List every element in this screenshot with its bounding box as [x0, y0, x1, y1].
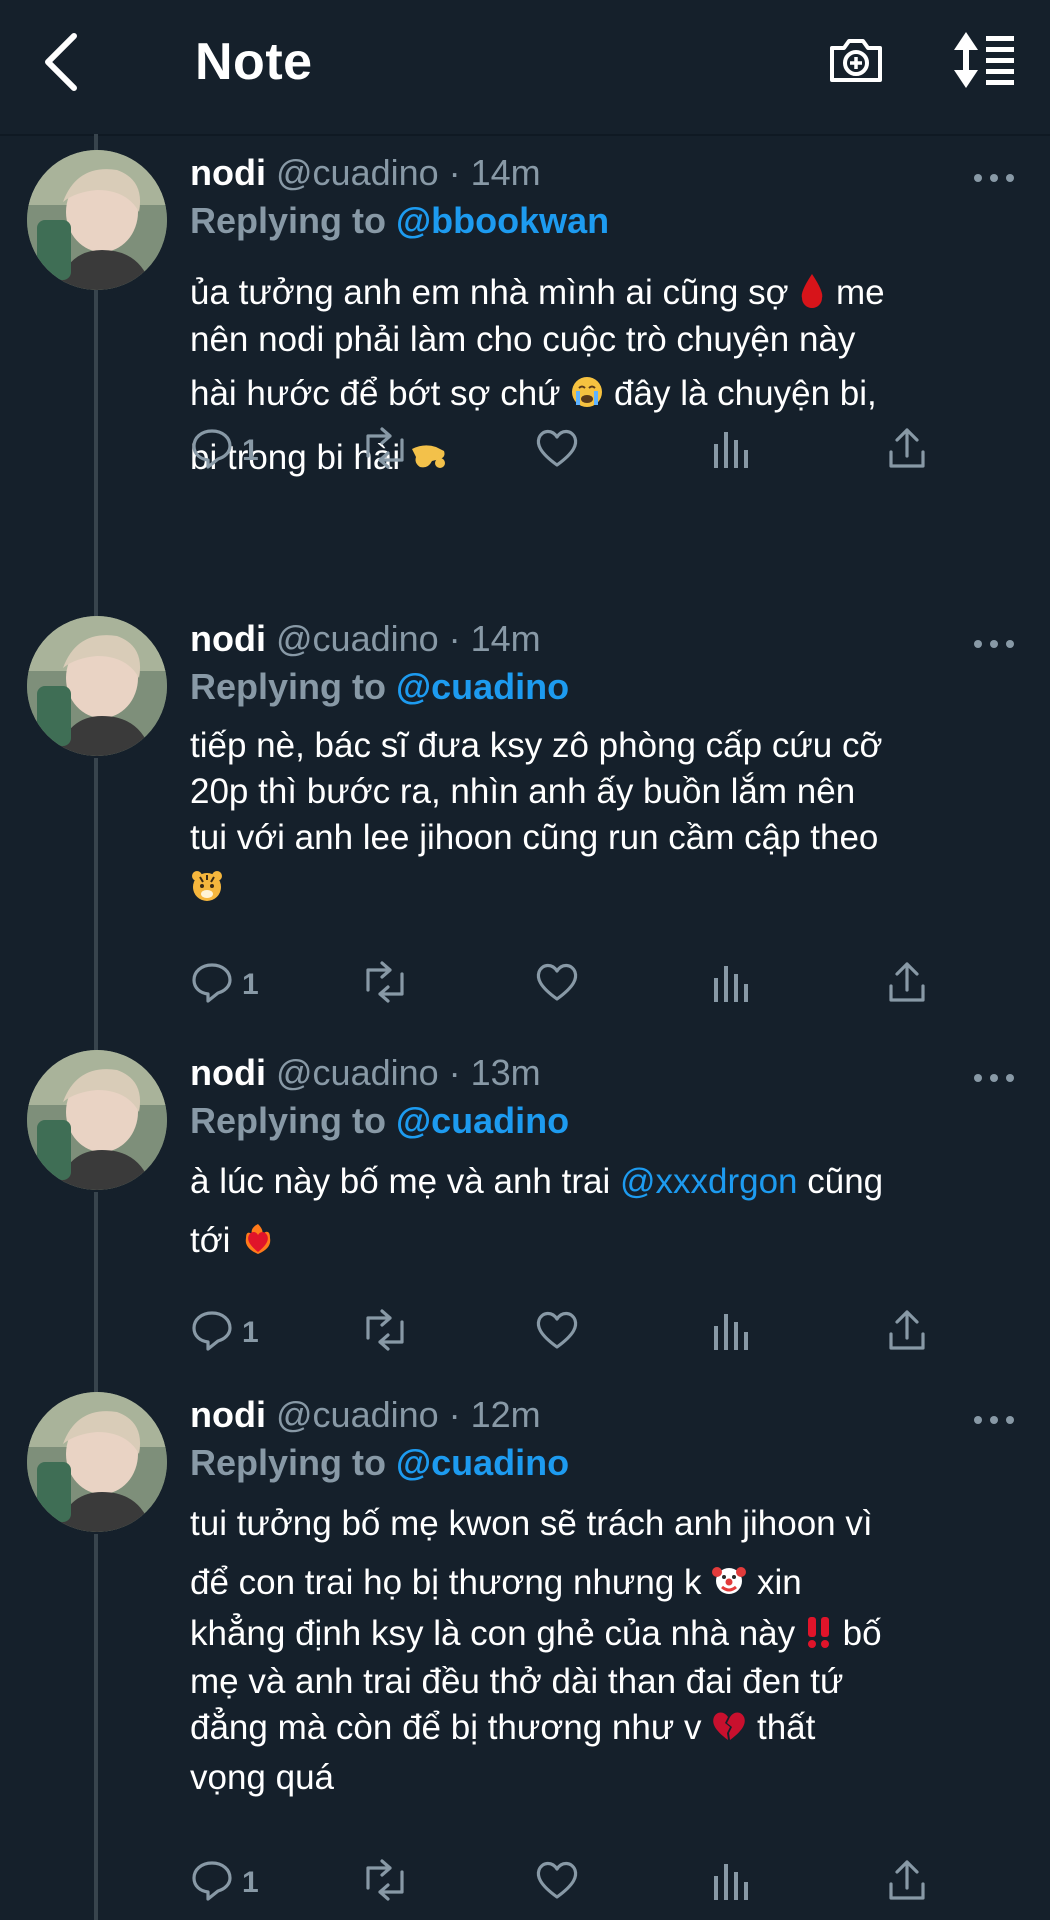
replying-to-link[interactable]: @cuadino — [396, 1442, 569, 1483]
replying-to-label: Replying to — [190, 1442, 386, 1483]
share-icon[interactable] — [885, 426, 929, 476]
more-options-icon[interactable] — [972, 1412, 1016, 1428]
reply-count: 1 — [242, 968, 259, 1001]
avatar[interactable] — [27, 150, 167, 290]
display-name[interactable]: nodi — [190, 152, 266, 193]
replying-to: Replying to @bbookwan — [190, 200, 609, 242]
reply-count: 1 — [242, 434, 259, 467]
retweet-icon[interactable] — [360, 1858, 410, 1908]
top-bar: Note — [0, 0, 1050, 136]
handle-time: @cuadino · 14m — [276, 152, 541, 193]
retweet-icon[interactable] — [360, 426, 410, 476]
tweet-text: tui tưởng bố mẹ kwon sẽ trách anh jihoon… — [190, 1504, 882, 1797]
tweet-text: tiếp nè, bác sĩ đưa ksy zô phòng cấp cứu… — [190, 726, 1020, 912]
replying-to-link[interactable]: @bbookwan — [396, 200, 609, 241]
camera-plus-icon[interactable] — [826, 30, 886, 90]
analytics-icon[interactable] — [710, 1308, 750, 1358]
replying-to-label: Replying to — [190, 1100, 386, 1141]
analytics-icon[interactable] — [710, 426, 750, 476]
tweet-actions: 1 — [190, 1858, 930, 1908]
reply-count: 1 — [242, 1316, 259, 1349]
thread-line — [94, 1192, 98, 1396]
heart-icon[interactable] — [535, 1858, 579, 1908]
mention-link[interactable]: @xxxdrgon — [620, 1162, 798, 1201]
replying-to: Replying to @cuadino — [190, 666, 569, 708]
display-name[interactable]: nodi — [190, 618, 266, 659]
handle-time: @cuadino · 12m — [276, 1394, 541, 1435]
tweet-header: nodi @cuadino · 14m — [190, 618, 541, 660]
reply-button[interactable]: 1 — [190, 426, 259, 476]
more-options-icon[interactable] — [972, 636, 1016, 652]
blood-drop-emoji-icon — [798, 272, 826, 317]
replying-to-link[interactable]: @cuadino — [396, 1100, 569, 1141]
tweet-text: à lúc này bố mẹ và anh trai @xxxdrgon cũ… — [190, 1162, 1020, 1266]
display-name[interactable]: nodi — [190, 1394, 266, 1435]
thread-line — [94, 290, 98, 622]
thread-line — [94, 1534, 98, 1920]
reply-button[interactable]: 1 — [190, 960, 259, 1010]
tweet-header: nodi @cuadino · 14m — [190, 152, 541, 194]
retweet-icon[interactable] — [360, 1308, 410, 1358]
replying-to: Replying to @cuadino — [190, 1442, 569, 1484]
reply-button[interactable]: 1 — [190, 1858, 259, 1908]
heart-icon[interactable] — [535, 1308, 579, 1358]
avatar[interactable] — [27, 1392, 167, 1532]
heart-icon[interactable] — [535, 426, 579, 476]
tweet-actions: 1 — [190, 1308, 930, 1358]
tweet-header: nodi @cuadino · 12m — [190, 1394, 541, 1436]
clown-face-emoji-icon — [711, 1562, 747, 1607]
tweet-actions: 1 — [190, 426, 930, 476]
reply-button[interactable]: 1 — [190, 1308, 259, 1358]
double-exclamation-emoji-icon — [805, 1615, 833, 1658]
handle-time: @cuadino · 13m — [276, 1052, 541, 1093]
more-options-icon[interactable] — [972, 170, 1016, 186]
broken-heart-emoji-icon — [711, 1709, 747, 1752]
replying-to-label: Replying to — [190, 666, 386, 707]
tweet-actions: 1 — [190, 960, 930, 1010]
page-title: Note — [195, 33, 313, 91]
thread-line — [94, 134, 98, 150]
replying-to-label: Replying to — [190, 200, 386, 241]
reply-count: 1 — [242, 1866, 259, 1899]
avatar[interactable] — [27, 1050, 167, 1190]
heart-on-fire-emoji-icon — [240, 1220, 276, 1265]
share-icon[interactable] — [885, 1308, 929, 1358]
share-icon[interactable] — [885, 960, 929, 1010]
analytics-icon[interactable] — [710, 960, 750, 1010]
thread-line — [94, 758, 98, 1058]
replying-to: Replying to @cuadino — [190, 1100, 569, 1142]
display-name[interactable]: nodi — [190, 1052, 266, 1093]
share-icon[interactable] — [885, 1858, 929, 1908]
more-options-icon[interactable] — [972, 1070, 1016, 1086]
handle-time: @cuadino · 14m — [276, 618, 541, 659]
heart-icon[interactable] — [535, 960, 579, 1010]
replying-to-link[interactable]: @cuadino — [396, 666, 569, 707]
back-arrow-icon[interactable] — [38, 30, 88, 94]
crying-face-emoji-icon — [570, 375, 604, 418]
analytics-icon[interactable] — [710, 1858, 750, 1908]
sort-list-icon[interactable] — [950, 30, 1020, 90]
tiger-face-emoji-icon — [190, 869, 224, 912]
retweet-icon[interactable] — [360, 960, 410, 1010]
avatar[interactable] — [27, 616, 167, 756]
tweet-header: nodi @cuadino · 13m — [190, 1052, 541, 1094]
